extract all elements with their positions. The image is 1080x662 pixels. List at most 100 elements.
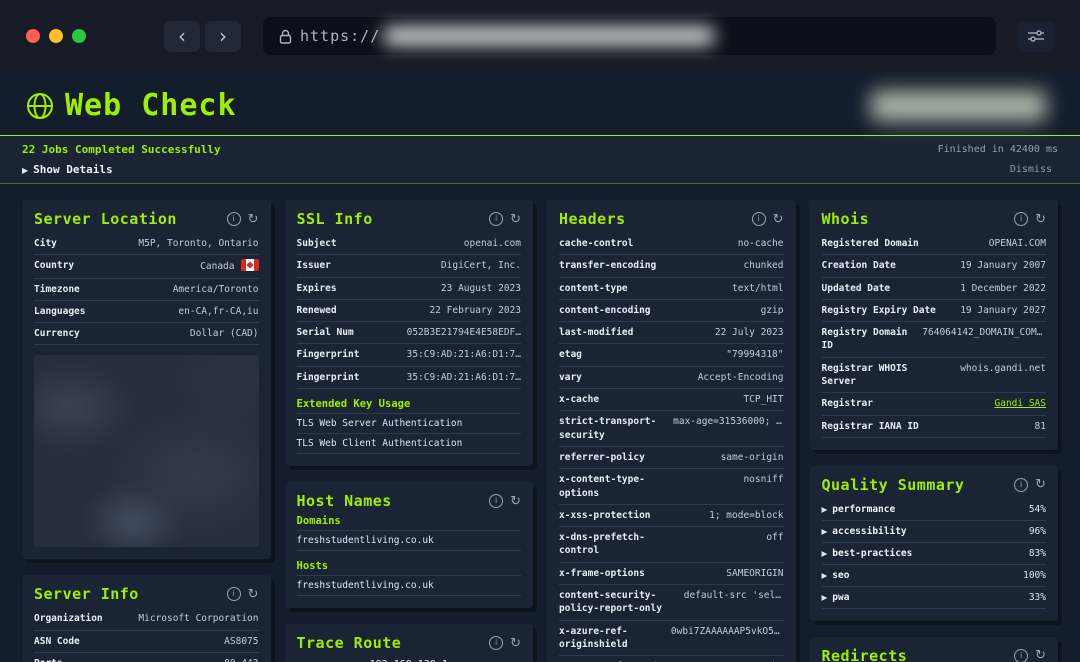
table-row: Country Canada [34,255,259,279]
globe-icon [27,92,53,119]
quality-expandable-row[interactable]: seo 100% [821,565,1046,587]
maximize-window-button[interactable] [72,29,86,43]
minimize-window-button[interactable] [49,29,63,43]
row-value: nosniff [743,474,784,486]
row-value: 80,443 [71,657,258,662]
row-value: 35:C9:AD:21:A6:D1:7… [406,349,521,361]
show-details-label: Show Details [33,163,113,176]
redacted-header-button[interactable] [871,90,1046,121]
redacted-url-text [384,27,715,45]
row-value: 1; mode=block [709,509,784,521]
quality-expandable-row[interactable]: pwa 33% [821,587,1046,609]
card-title: Headers [559,210,626,228]
table-row: Creation Date 19 January 2007 [821,255,1046,278]
list-item: TLS Web Server Authentication [296,414,521,435]
table-row: ASN Code AS8075 [34,631,259,654]
trace-route-card: Trace Route i ↻ 192.168.130.1 Took 0.327… [284,624,533,662]
quality-metric-score: 96% [1028,525,1046,537]
row-key: Registry Expiry Date [821,304,936,316]
row-key: referrer-policy [559,451,645,463]
lock-icon [279,29,292,44]
info-icon[interactable]: i [1014,212,1029,226]
refresh-icon[interactable]: ↻ [1035,649,1046,662]
jobs-completed-message: 22 Jobs Completed Successfully [22,143,221,156]
quality-metric-label: seo [822,570,850,581]
nav-buttons: ‹ › [164,20,241,52]
table-row: Serial Num 052B3E21794E4E58EDF… [296,322,521,345]
table-row: City M5P, Toronto, Ontario [34,233,259,256]
dismiss-button[interactable]: Dismiss [1004,163,1058,176]
row-value: AS8075 [224,635,259,647]
quality-expandable-row[interactable]: accessibility 96% [821,521,1046,543]
info-icon[interactable]: i [1014,477,1029,492]
row-value: en-CA,fr-CA,iu [178,305,259,317]
refresh-icon[interactable]: ↻ [1035,478,1046,491]
info-icon[interactable]: i [489,636,504,651]
info-icon[interactable]: i [489,494,504,509]
row-value: 764064142_DOMAIN_COM-VR… [922,327,1046,339]
blurred-map-image [34,355,259,548]
quality-expandable-row[interactable]: best-practices 83% [821,543,1046,565]
row-value: DigiCert, Inc. [440,260,521,272]
canada-flag-icon [240,259,259,272]
table-row: Updated Date 1 December 2022 [821,278,1046,300]
expand-marker-icon [822,505,828,514]
registrar-link[interactable]: Gandi SAS [995,398,1046,409]
list-item: TLS Web Client Authentication [296,434,521,455]
close-window-button[interactable] [26,29,40,43]
refresh-icon[interactable]: ↻ [1035,213,1046,226]
back-button[interactable]: ‹ [164,20,200,52]
refresh-icon[interactable]: ↻ [248,588,259,601]
table-row: x-azure-ref 077i7ZAAAAAALJncTUN5ZTY5h… [559,656,784,662]
table-row: Renewed 22 February 2023 [296,300,521,323]
row-key: Updated Date [821,282,891,294]
ssl-info-table: Subject openai.com Issuer DigiCert, Inc.… [296,233,521,390]
expand-marker-icon [822,571,828,580]
table-row: Issuer DigiCert, Inc. [296,255,521,278]
info-icon[interactable]: i [226,212,241,226]
forward-button[interactable]: › [205,20,241,52]
country-name: Canada [200,261,235,273]
info-icon[interactable]: i [751,212,766,226]
row-key: Currency [34,328,80,340]
app-header: Web Check [0,72,1080,135]
info-icon[interactable]: i [226,587,241,602]
hosts-list: freshstudentliving.co.uk [296,576,521,597]
metric-name: performance [832,503,896,515]
quality-metric-label: performance [822,504,896,515]
refresh-icon[interactable]: ↻ [248,213,259,226]
row-key: strict-transport-security [559,416,657,441]
row-key: x-xss-protection [559,509,651,521]
row-key: Registered Domain [821,238,919,249]
table-row: referrer-policy same-origin [559,447,784,470]
refresh-icon[interactable]: ↻ [510,495,521,508]
show-details-toggle[interactable]: ▶ Show Details [22,163,113,176]
quality-metric-score: 83% [1028,547,1046,559]
row-key: x-frame-options [559,567,645,579]
quality-expandable-row[interactable]: performance 54% [821,499,1046,521]
table-row: Registered Domain OPENAI.COM [821,233,1046,256]
row-value: 81 [1034,420,1046,432]
row-key: Registrar WHOIS Server [821,362,908,388]
info-icon[interactable]: i [489,212,504,226]
table-row: Expires 23 August 2023 [296,278,521,300]
refresh-icon[interactable]: ↻ [773,213,784,226]
table-row: Organization Microsoft Corporation [34,608,259,631]
browser-settings-button[interactable] [1018,20,1054,52]
row-key: content-encoding [559,304,651,316]
row-value: OPENAI.COM [988,238,1046,249]
row-key: Issuer [296,260,331,272]
row-key: cache-control [559,238,634,249]
row-value: max-age=31536000; include… [673,416,783,428]
list-item: freshstudentliving.co.uk [296,576,521,597]
card-title: Trace Route [296,634,402,653]
row-value: "79994318" [726,349,784,361]
extended-key-usage-heading: Extended Key Usage [296,398,521,415]
url-bar[interactable]: https:// [263,17,996,55]
info-icon[interactable]: i [1014,648,1029,662]
table-row: x-dns-prefetch-control off [559,527,784,563]
row-value: 23 August 2023 [440,282,521,294]
refresh-icon[interactable]: ↻ [510,637,521,650]
window-controls [26,29,86,43]
refresh-icon[interactable]: ↻ [510,213,521,226]
